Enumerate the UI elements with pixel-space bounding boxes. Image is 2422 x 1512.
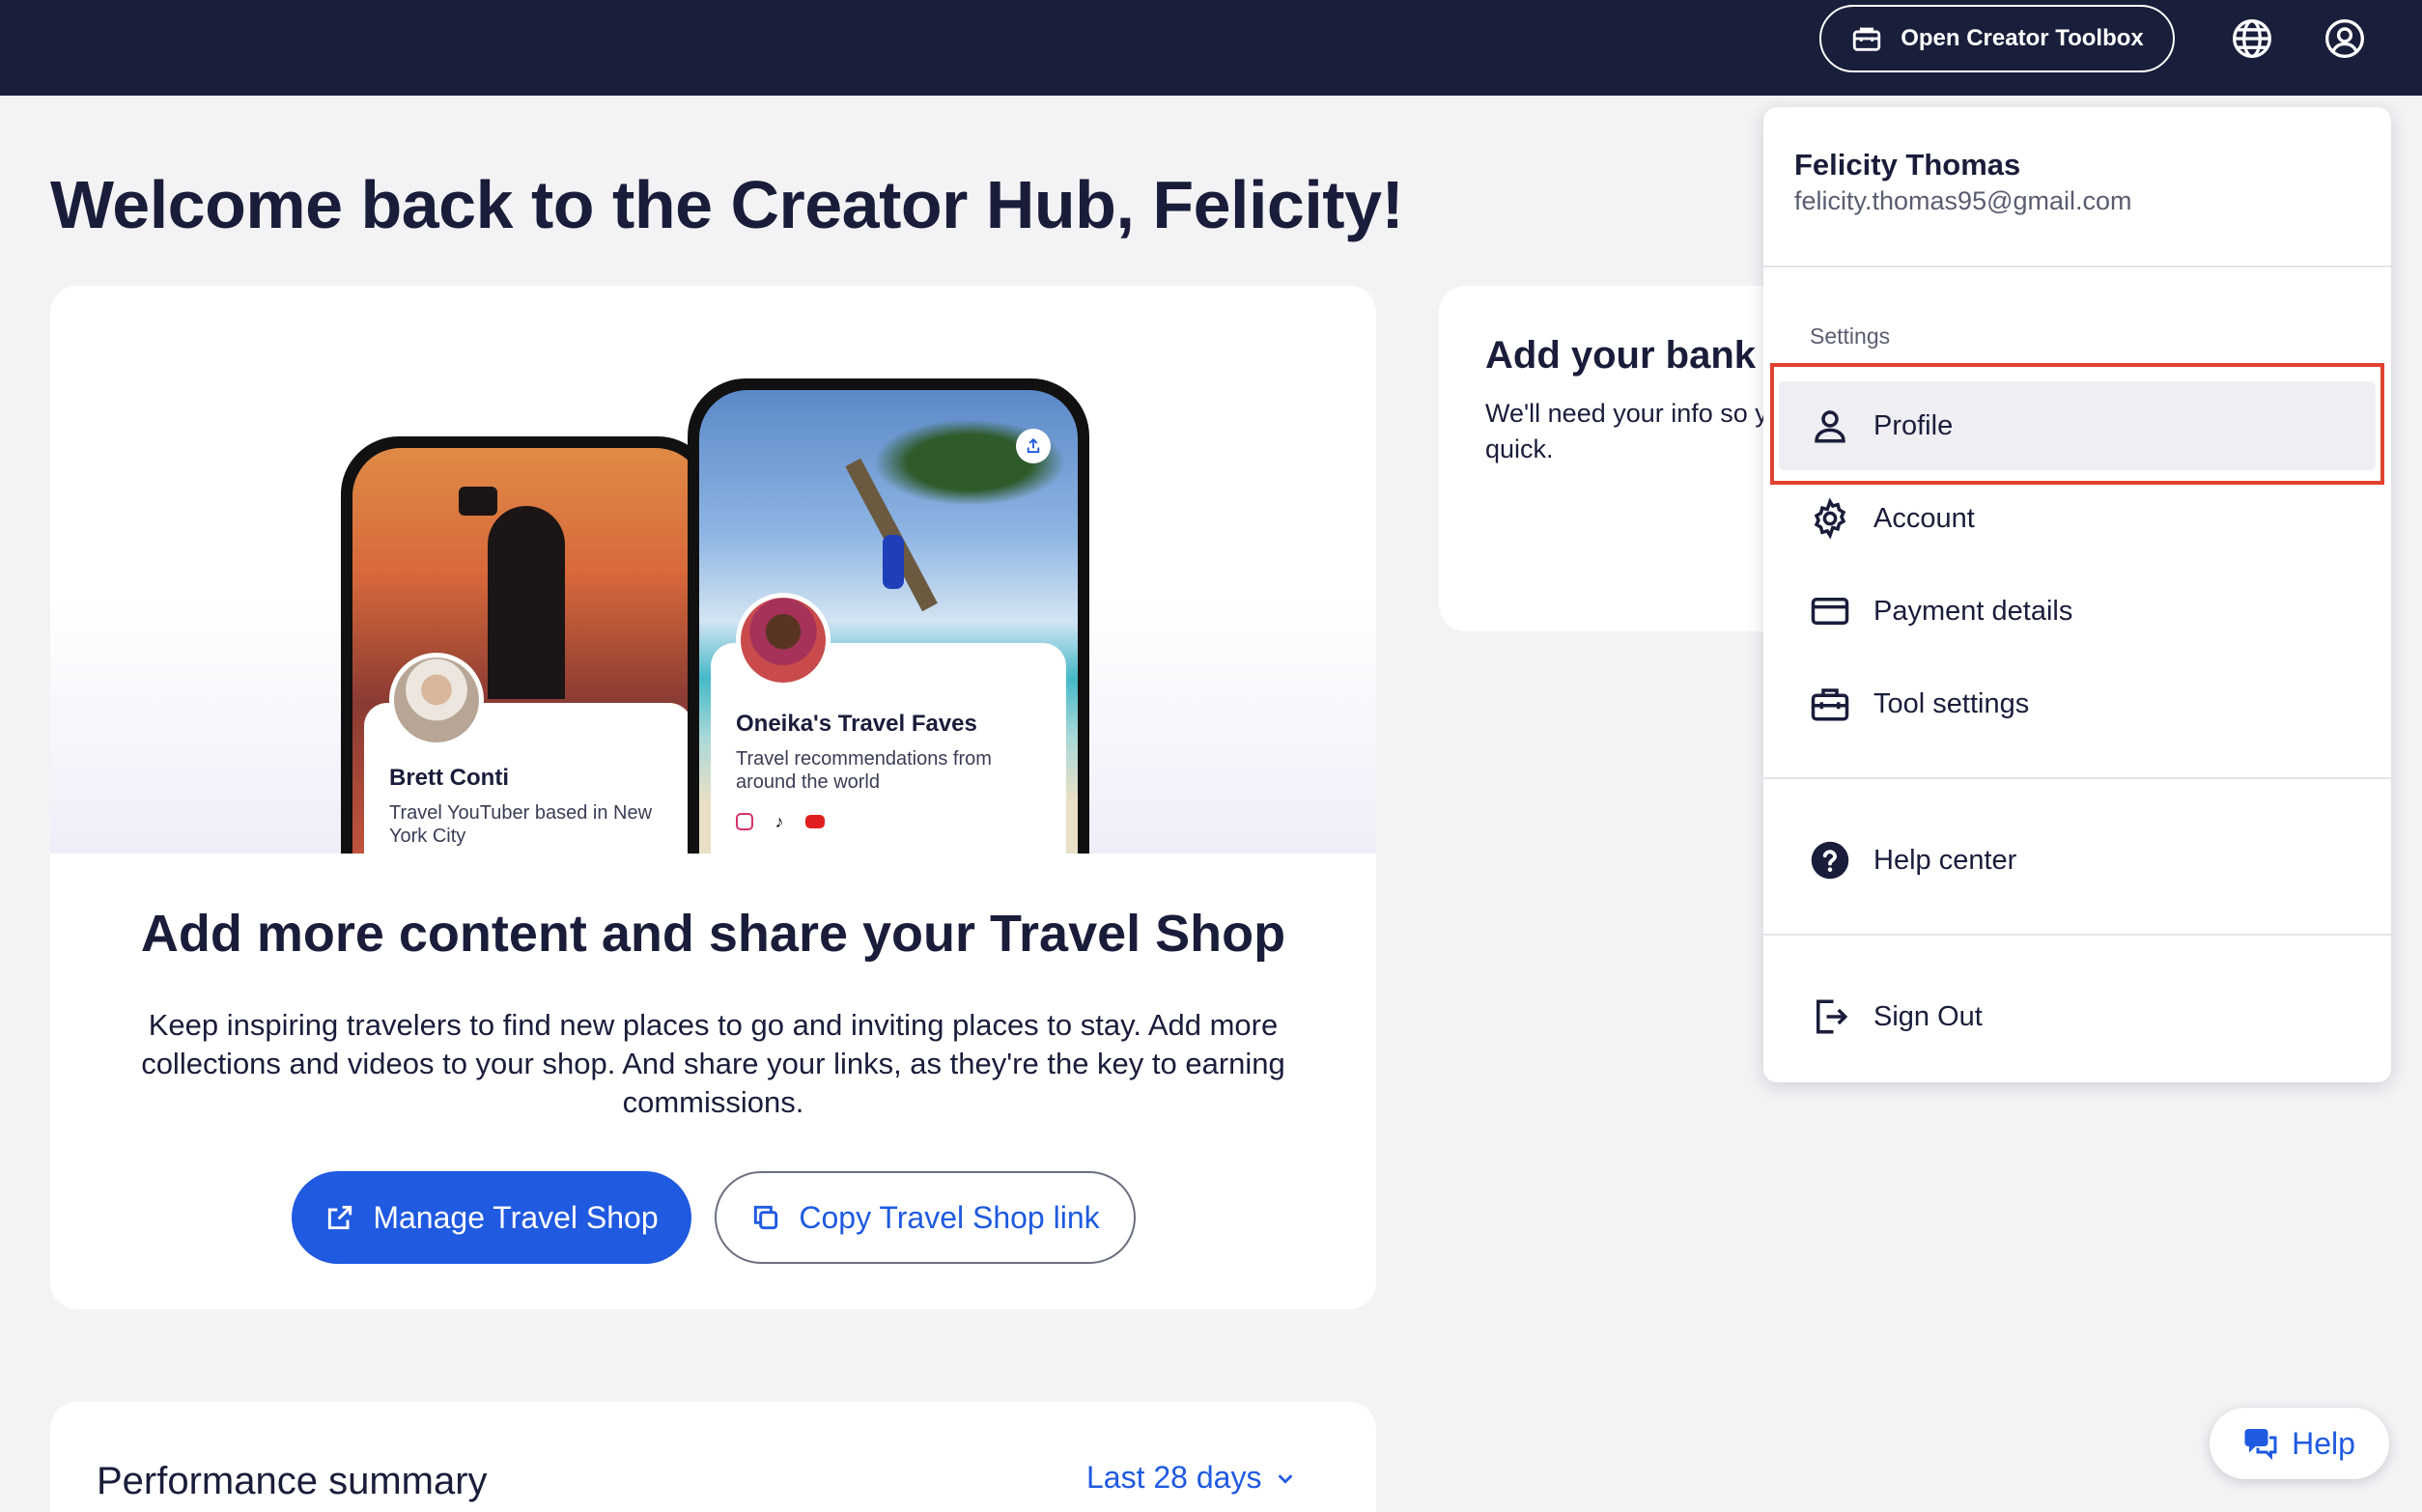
help-button[interactable]: Help [2210, 1408, 2389, 1479]
account-menu-button[interactable] [2323, 17, 2366, 60]
profile-description: Travel recommendations from around the w… [736, 748, 992, 793]
phone-mockup-brett: Brett Conti Travel YouTuber based in New… [341, 436, 716, 854]
travel-shop-card: Brett Conti Travel YouTuber based in New… [50, 286, 1376, 1309]
performance-title: Performance summary [97, 1460, 488, 1502]
beach-photo: Oneika's Travel Faves Travel recommendat… [699, 390, 1078, 854]
profile-name: Oneika's Travel Faves [736, 711, 977, 737]
tiktok-icon: ♪ [774, 812, 784, 831]
share-icon [1016, 429, 1051, 463]
menu-item-account[interactable]: Account [1779, 474, 2376, 563]
menu-item-label: Tool settings [1873, 687, 2030, 719]
settings-section-label: Settings [1810, 323, 1891, 349]
copy-travel-shop-link-button[interactable]: Copy Travel Shop link [715, 1171, 1136, 1264]
toolbox-icon [1811, 688, 1849, 721]
menu-item-tool-settings[interactable]: Tool settings [1779, 659, 2376, 748]
menu-item-help-center[interactable]: Help center [1779, 816, 2376, 905]
divider [1763, 777, 2391, 779]
copy-icon [754, 1205, 778, 1230]
date-range-dropdown[interactable]: Last 28 days [1086, 1460, 1296, 1496]
menu-item-sign-out[interactable]: Sign Out [1779, 972, 2376, 1061]
account-dropdown-menu: Felicity Thomas felicity.thomas95@gmail.… [1763, 107, 2391, 1082]
avatar [736, 593, 831, 687]
menu-item-label: Sign Out [1873, 1000, 1983, 1032]
open-creator-toolbox-button[interactable]: Open Creator Toolbox [1819, 5, 2175, 72]
user-name: Felicity Thomas [1794, 148, 2021, 182]
sign-out-icon [1816, 999, 1848, 1034]
external-link-icon [328, 1205, 352, 1230]
chat-bubbles-icon [2244, 1429, 2277, 1461]
menu-item-label: Help center [1873, 844, 2017, 876]
divider [1763, 934, 2391, 936]
language-button[interactable] [2231, 17, 2273, 60]
social-icons: ♪ [736, 813, 825, 830]
user-email: felicity.thomas95@gmail.com [1794, 186, 2132, 215]
gear-icon [1814, 498, 1846, 539]
toolbox-button-label: Open Creator Toolbox [1901, 25, 2144, 51]
globe-icon [2233, 19, 2271, 58]
user-circle-icon [2325, 19, 2364, 58]
instagram-icon [736, 813, 753, 830]
profile-panel-brett: Brett Conti Travel YouTuber based in New… [364, 653, 692, 854]
sunset-photo: Brett Conti Travel YouTuber based in New… [352, 448, 704, 854]
copy-travel-shop-link-label: Copy Travel Shop link [799, 1199, 1100, 1235]
card-description: Keep inspiring travelers to find new pla… [141, 1008, 1285, 1119]
performance-summary-card: Performance summary Last 28 days [50, 1402, 1376, 1512]
avatar [389, 653, 484, 747]
person-icon [1815, 410, 1845, 443]
card-title: Add more content and share your Travel S… [140, 905, 1286, 963]
hero-illustration: Brett Conti Travel YouTuber based in New… [50, 286, 1376, 854]
youtube-icon [805, 815, 825, 828]
menu-item-label: Account [1873, 502, 1975, 534]
profile-name: Brett Conti [389, 765, 509, 791]
phone-mockup-oneika: Oneika's Travel Faves Travel recommendat… [688, 378, 1089, 854]
divider [1763, 266, 2391, 267]
question-circle-icon [1811, 841, 1849, 880]
manage-travel-shop-button[interactable]: Manage Travel Shop [292, 1171, 691, 1264]
help-button-label: Help [2292, 1425, 2355, 1461]
menu-item-label: Profile [1873, 409, 1954, 441]
date-range-label: Last 28 days [1086, 1460, 1262, 1495]
manage-travel-shop-label: Manage Travel Shop [373, 1199, 659, 1235]
profile-panel-oneika: Oneika's Travel Faves Travel recommendat… [711, 593, 1066, 854]
credit-card-icon [1811, 598, 1849, 625]
menu-item-payment-details[interactable]: Payment details [1779, 567, 2376, 656]
top-bar: Open Creator Toolbox [0, 0, 2422, 96]
profile-description: Travel YouTuber based in New York City [389, 802, 653, 847]
menu-item-profile[interactable]: Profile [1779, 381, 2376, 470]
chevron-down-icon [1279, 1473, 1293, 1484]
page-title: Welcome back to the Creator Hub, Felicit… [50, 167, 1404, 242]
menu-item-label: Payment details [1873, 595, 2073, 627]
briefcase-icon [1853, 27, 1881, 51]
